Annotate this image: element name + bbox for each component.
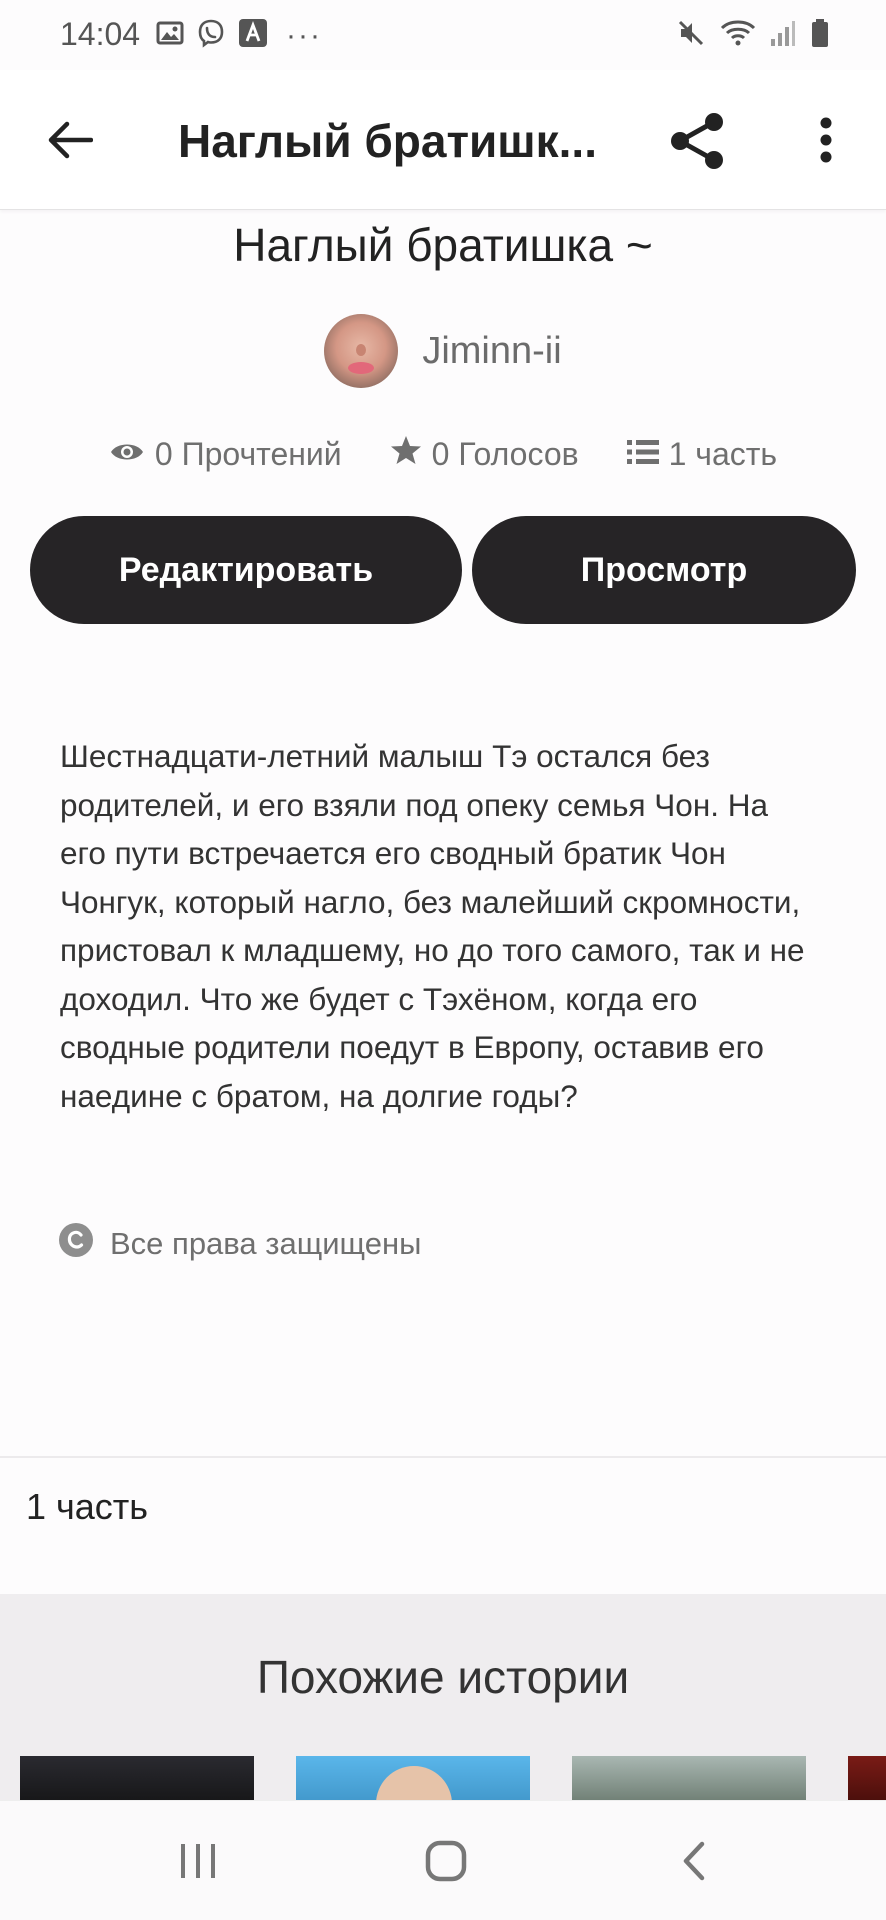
story-description: Шестнадцати-летний малыш Тэ остался без …	[60, 738, 805, 1114]
status-icons-left: ···	[156, 18, 322, 53]
app-bar-title: Наглый братишк...	[178, 115, 597, 167]
back-arrow-icon[interactable]	[40, 110, 100, 170]
status-time: 14:04	[60, 16, 141, 52]
story-stats: 0 Прочтений 0 Голосов 1 часть	[0, 434, 886, 474]
view-button[interactable]: Просмотр	[472, 516, 856, 624]
reads-stat: 0 Прочтений	[109, 436, 342, 473]
viber-icon	[196, 18, 226, 53]
author-row[interactable]: Jiminn-ii	[0, 314, 886, 388]
story-actions: Редактировать Просмотр	[30, 516, 856, 624]
parts-count: 1 часть	[668, 435, 778, 472]
similar-stories-title: Похожие истории	[256, 1651, 630, 1703]
more-dots-icon: ···	[286, 18, 322, 52]
mute-icon	[676, 18, 706, 53]
votes-count: 0 Голосов	[431, 435, 579, 472]
gallery-icon	[156, 21, 184, 50]
recent-apps-icon[interactable]	[158, 1829, 238, 1893]
copyright-icon	[58, 1222, 94, 1266]
status-icons-right	[676, 18, 830, 53]
section-divider	[0, 1456, 886, 1458]
status-bar: 14:04 ···	[0, 0, 886, 70]
star-icon	[390, 434, 422, 474]
app-icon	[238, 18, 268, 53]
edit-button[interactable]: Редактировать	[30, 516, 462, 624]
story-cover[interactable]	[848, 1756, 886, 1800]
back-icon[interactable]	[654, 1829, 734, 1893]
battery-icon	[810, 18, 830, 53]
signal-icon	[770, 19, 796, 52]
share-icon[interactable]	[664, 108, 730, 174]
reads-count: 0 Прочтений	[154, 435, 342, 472]
system-nav-bar	[0, 1800, 886, 1920]
story-cover[interactable]	[296, 1756, 530, 1800]
parts-stat: 1 часть	[626, 435, 778, 473]
author-name[interactable]: Jiminn-ii	[422, 330, 561, 373]
list-icon	[626, 436, 659, 473]
copyright-notice: Все права защищены	[58, 1222, 421, 1266]
app-bar: Наглый братишк...	[0, 70, 886, 210]
story-title: Наглый братишка ~	[233, 219, 653, 271]
home-icon[interactable]	[406, 1829, 486, 1893]
votes-stat: 0 Голосов	[390, 434, 579, 474]
eye-icon	[109, 436, 145, 473]
parts-list-header[interactable]: 1 часть	[26, 1486, 148, 1528]
story-cover[interactable]	[572, 1756, 806, 1800]
more-vertical-icon[interactable]	[806, 110, 846, 170]
copyright-text: Все права защищены	[110, 1226, 422, 1261]
avatar[interactable]	[324, 314, 399, 388]
similar-stories-section: Похожие истории	[0, 1594, 886, 1800]
story-cover[interactable]	[20, 1756, 254, 1800]
wifi-icon	[720, 19, 756, 52]
